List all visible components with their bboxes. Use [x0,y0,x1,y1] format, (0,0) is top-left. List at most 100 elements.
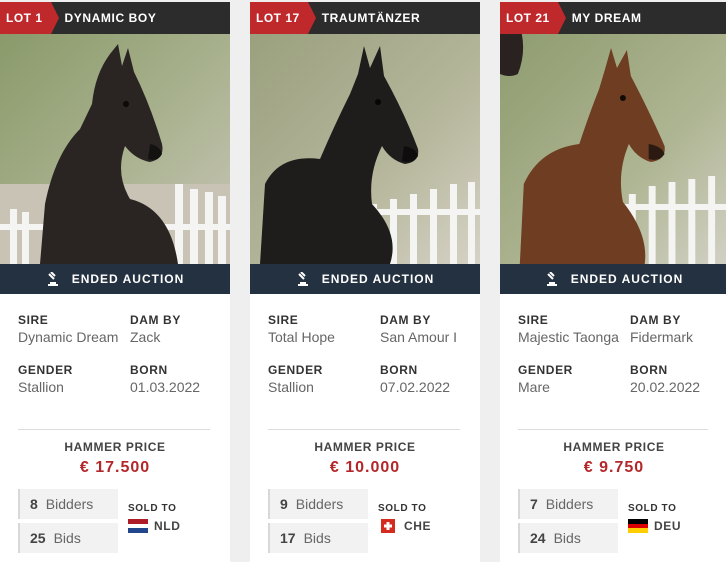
bid-stats: 7 Bidders 24 Bids [518,489,618,557]
country-code: NLD [154,519,181,533]
horse-details: SIRE Total Hope DAM BY San Amour I GENDE… [268,312,466,412]
horse-image [500,34,726,264]
gender-label: GENDER [268,363,323,377]
switzerland-flag-icon [381,519,395,533]
dam-by-label: DAM BY [130,313,181,327]
bidders-count: 7 Bidders [518,489,618,519]
card-header: LOT 21 MY DREAM [500,2,726,34]
divider [518,429,708,430]
ended-auction-bar: ENDED AUCTION [0,264,230,294]
bidders-count: 9 Bidders [268,489,368,519]
bidders-label: Bidders [45,496,94,512]
lot-badge: LOT 21 [500,2,566,34]
dam-by-value: Fidermark [630,329,694,345]
horse-image [250,34,480,264]
horse-photo[interactable] [250,34,480,264]
gender-value: Stallion [268,379,314,395]
card-header: LOT 1 DYNAMIC BOY [0,2,230,34]
gender-label: GENDER [518,363,573,377]
gavel-icon [296,272,310,286]
born-value: 20.02.2022 [630,379,701,395]
bids-count: 25 Bids [18,523,118,553]
bids-number: 25 [30,530,46,546]
dam-by-label: DAM BY [630,313,681,327]
bidders-count: 8 Bidders [18,489,118,519]
dam-by-value: San Amour I [380,329,458,345]
sold-to: SOLD TO NLD [128,502,180,533]
horse-image [0,34,230,264]
hammer-price-value: € 17.500 [79,459,151,476]
sold-to-label: SOLD TO [378,503,427,514]
bids-count: 17 Bids [268,523,368,553]
bids-number: 24 [530,530,546,546]
sire-label: SIRE [268,313,299,327]
hammer-price: HAMMER PRICE € 17.500 [0,439,230,479]
gender-value: Mare [518,379,550,395]
hammer-price: HAMMER PRICE € 9.750 [500,439,726,479]
bids-label: Bids [303,530,331,546]
lot-badge: LOT 17 [250,2,316,34]
sire-label: SIRE [18,313,49,327]
divider [268,429,460,430]
germany-flag-icon [628,519,648,533]
sire-value: Dynamic Dream [18,329,119,345]
sold-to: SOLD TO CHE [378,502,431,533]
horse-name[interactable]: TRAUMTÄNZER [322,11,421,25]
auction-card-list: LOT 1 DYNAMIC BOY ENDED AUCTION SIRE Dyn… [0,0,726,562]
card-header: LOT 17 TRAUMTÄNZER [250,2,480,34]
ended-auction-bar: ENDED AUCTION [250,264,480,294]
sold-to-label: SOLD TO [128,503,177,514]
hammer-price-label: HAMMER PRICE [64,440,166,454]
gavel-icon [46,272,60,286]
ended-auction-label: ENDED AUCTION [71,272,185,286]
born-label: BORN [630,363,668,377]
dam-by-label: DAM BY [380,313,431,327]
ended-auction-bar: ENDED AUCTION [500,264,726,294]
bidders-number: 8 [30,496,38,512]
born-label: BORN [130,363,168,377]
bidders-number: 9 [280,496,288,512]
bid-stats: 8 Bidders 25 Bids [18,489,118,557]
netherlands-flag-icon [128,519,148,533]
gavel-icon [545,272,559,286]
sire-value: Total Hope [268,329,335,345]
auction-card[interactable]: LOT 17 TRAUMTÄNZER ENDED AUCTION SIRE To… [250,2,480,562]
horse-details: SIRE Majestic Taonga DAM BY Fidermark GE… [518,312,714,412]
hammer-price-value: € 9.750 [583,459,645,476]
ended-auction-label: ENDED AUCTION [321,272,435,286]
auction-card[interactable]: LOT 21 MY DREAM ENDED AUCTION SIRE Majes… [500,2,726,562]
bids-label: Bids [53,530,81,546]
dam-by-value: Zack [130,329,161,345]
sold-to: SOLD TO DEU [628,502,681,533]
country-code: DEU [654,519,682,533]
born-value: 01.03.2022 [130,379,201,395]
country-code: CHE [404,519,432,533]
bids-count: 24 Bids [518,523,618,553]
bidders-label: Bidders [295,496,344,512]
hammer-price: HAMMER PRICE € 10.000 [250,439,480,479]
born-label: BORN [380,363,418,377]
horse-name[interactable]: DYNAMIC BOY [65,11,157,25]
horse-name[interactable]: MY DREAM [572,11,642,25]
divider [18,429,210,430]
lot-badge: LOT 1 [0,2,58,34]
born-value: 07.02.2022 [380,379,451,395]
horse-details: SIRE Dynamic Dream DAM BY Zack GENDER St… [18,312,216,412]
horse-photo[interactable] [0,34,230,264]
hammer-price-label: HAMMER PRICE [314,440,416,454]
sire-value: Majestic Taonga [518,329,619,345]
gender-label: GENDER [18,363,73,377]
hammer-price-label: HAMMER PRICE [563,440,665,454]
ended-auction-label: ENDED AUCTION [570,272,684,286]
bidders-number: 7 [530,496,538,512]
bidders-label: Bidders [545,496,594,512]
sold-to-label: SOLD TO [628,503,677,514]
bids-label: Bids [553,530,581,546]
gender-value: Stallion [18,379,64,395]
bid-stats: 9 Bidders 17 Bids [268,489,368,557]
hammer-price-value: € 10.000 [329,459,401,476]
auction-card[interactable]: LOT 1 DYNAMIC BOY ENDED AUCTION SIRE Dyn… [0,2,230,562]
bids-number: 17 [280,530,296,546]
sire-label: SIRE [518,313,549,327]
horse-photo[interactable] [500,34,726,264]
